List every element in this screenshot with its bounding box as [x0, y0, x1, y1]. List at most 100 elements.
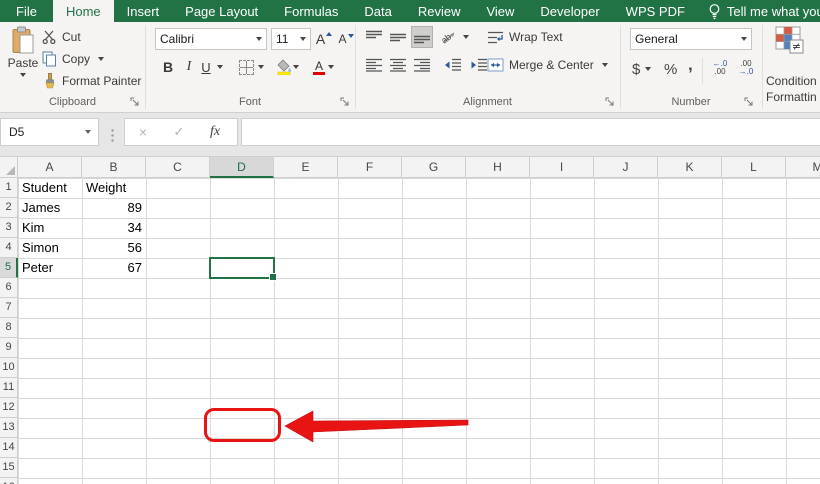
row-header-5[interactable]: 5 [0, 258, 18, 278]
formula-input[interactable] [241, 118, 820, 146]
row-header-8[interactable]: 8 [0, 318, 18, 338]
currency-button[interactable]: $ [632, 60, 652, 78]
clipboard-dialog-launcher-icon[interactable] [130, 97, 140, 107]
grow-font-button[interactable]: A [313, 28, 335, 50]
cell-A4[interactable]: Simon [18, 238, 82, 258]
decrease-decimal-button[interactable]: .00 →.0 [734, 60, 758, 76]
active-cell-selection[interactable] [209, 257, 277, 281]
column-header-D[interactable]: D [210, 157, 274, 178]
orientation-button[interactable]: ab [441, 28, 469, 46]
copy-button[interactable]: Copy [42, 50, 105, 68]
conditional-formatting-button[interactable]: ≠ Condition Formattin [763, 22, 820, 112]
font-color-caret-icon[interactable] [328, 65, 334, 69]
format-painter-button[interactable]: Format Painter [42, 72, 141, 90]
merge-center-button[interactable]: Merge & Center [487, 56, 608, 74]
row-header-14[interactable]: 14 [0, 438, 18, 458]
paste-button[interactable]: Paste [6, 26, 40, 77]
row-header-6[interactable]: 6 [0, 278, 18, 298]
insert-function-button[interactable]: fx [197, 124, 233, 140]
align-middle-button[interactable] [387, 26, 409, 48]
column-header-J[interactable]: J [594, 157, 658, 178]
number-format-select[interactable]: General [630, 28, 752, 50]
percent-button[interactable]: % [664, 60, 677, 78]
row-header-2[interactable]: 2 [0, 198, 18, 218]
tab-home[interactable]: Home [52, 0, 114, 22]
tab-review[interactable]: Review [405, 0, 474, 22]
formula-bar-drag-handle[interactable] [111, 128, 114, 142]
cell-B4[interactable]: 56 [82, 238, 146, 258]
tab-file[interactable]: File [0, 0, 53, 22]
cell-B1[interactable]: Weight [82, 178, 146, 198]
cell-A1[interactable]: Student [18, 178, 82, 198]
align-right-button[interactable] [411, 54, 433, 76]
cell-A3[interactable]: Kim [18, 218, 82, 238]
font-size-select[interactable]: 11 [271, 28, 311, 50]
align-center-button[interactable] [387, 54, 409, 76]
underline-caret-icon[interactable] [217, 65, 223, 69]
increase-indent-button[interactable] [467, 54, 489, 76]
row-header-10[interactable]: 10 [0, 358, 18, 378]
fill-color-button[interactable] [273, 56, 295, 78]
select-all-button[interactable] [0, 157, 18, 178]
cell-B5[interactable]: 67 [82, 258, 146, 278]
align-left-button[interactable] [363, 54, 385, 76]
column-header-I[interactable]: I [530, 157, 594, 178]
column-header-F[interactable]: F [338, 157, 402, 178]
column-header-C[interactable]: C [146, 157, 210, 178]
row-header-7[interactable]: 7 [0, 298, 18, 318]
column-header-M[interactable]: M [786, 157, 820, 178]
cell-B3[interactable]: 34 [82, 218, 146, 238]
grow-font-arrow-icon [326, 32, 333, 36]
font-color-button[interactable]: A [308, 56, 330, 78]
borders-caret-icon[interactable] [258, 65, 264, 69]
column-header-B[interactable]: B [82, 157, 146, 178]
number-dialog-launcher-icon[interactable] [744, 97, 754, 107]
fill-color-caret-icon[interactable] [293, 65, 299, 69]
comma-style-button[interactable]: , [688, 55, 693, 74]
tab-developer[interactable]: Developer [527, 0, 612, 22]
tab-formulas[interactable]: Formulas [271, 0, 351, 22]
row-header-1[interactable]: 1 [0, 178, 18, 198]
font-family-select[interactable]: Calibri [155, 28, 267, 50]
column-header-K[interactable]: K [658, 157, 722, 178]
column-header-H[interactable]: H [466, 157, 530, 178]
decrease-indent-button[interactable] [441, 54, 463, 76]
column-header-G[interactable]: G [402, 157, 466, 178]
row-header-11[interactable]: 11 [0, 378, 18, 398]
borders-button[interactable] [235, 56, 257, 78]
name-box-caret-icon[interactable] [85, 130, 91, 134]
column-header-A[interactable]: A [18, 157, 82, 178]
tab-data[interactable]: Data [351, 0, 404, 22]
increase-decimal-button[interactable]: ←.0 .00 [708, 60, 732, 76]
bold-button[interactable]: B [157, 56, 179, 78]
cancel-button[interactable]: × [125, 124, 161, 140]
fill-handle[interactable] [269, 273, 277, 281]
row-header-15[interactable]: 15 [0, 458, 18, 478]
cell-B2[interactable]: 89 [82, 198, 146, 218]
row-header-16[interactable]: 16 [0, 478, 18, 484]
alignment-dialog-launcher-icon[interactable] [605, 97, 615, 107]
align-top-button[interactable] [363, 26, 385, 48]
tab-page-layout[interactable]: Page Layout [172, 0, 271, 22]
cell-A5[interactable]: Peter [18, 258, 82, 278]
row-header-13[interactable]: 13 [0, 418, 18, 438]
row-header-4[interactable]: 4 [0, 238, 18, 258]
row-header-12[interactable]: 12 [0, 398, 18, 418]
tab-insert[interactable]: Insert [114, 0, 173, 22]
name-box[interactable]: D5 [0, 118, 99, 146]
cut-button[interactable]: Cut [42, 28, 81, 46]
row-header-9[interactable]: 9 [0, 338, 18, 358]
shrink-font-button[interactable]: A [335, 28, 357, 50]
tab-wps-pdf[interactable]: WPS PDF [613, 0, 698, 22]
enter-button[interactable]: ✓ [161, 124, 197, 140]
wrap-text-button[interactable]: Wrap Text [487, 28, 563, 46]
row-header-3[interactable]: 3 [0, 218, 18, 238]
underline-button[interactable]: U [197, 56, 215, 78]
tell-me-box[interactable]: Tell me what you wan [708, 0, 820, 22]
column-header-L[interactable]: L [722, 157, 786, 178]
column-header-E[interactable]: E [274, 157, 338, 178]
tab-view[interactable]: View [473, 0, 527, 22]
font-dialog-launcher-icon[interactable] [340, 97, 350, 107]
cell-A2[interactable]: James [18, 198, 82, 218]
align-bottom-button[interactable] [411, 26, 433, 48]
